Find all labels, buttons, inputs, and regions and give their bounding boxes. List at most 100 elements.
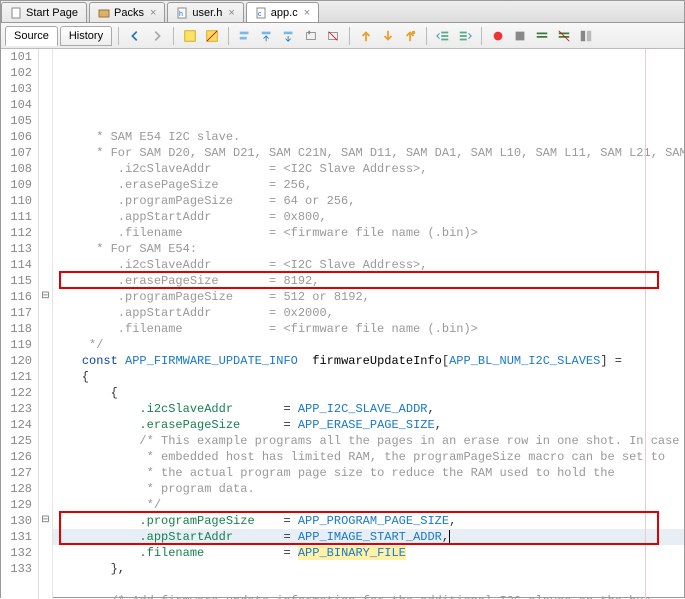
fold-toggle	[39, 49, 52, 65]
code-line[interactable]: .i2cSlaveAddr = <I2C Slave Address>,	[53, 257, 684, 273]
fold-toggle	[39, 225, 52, 241]
code-line[interactable]: .filename = <firmware file name (.bin)>	[53, 225, 684, 241]
fold-toggle[interactable]: ⊟	[39, 513, 52, 529]
separator	[426, 27, 427, 45]
code-editor[interactable]: 1011021031041051061071081091101111121131…	[1, 49, 684, 599]
comment-icon[interactable]	[532, 26, 552, 46]
code-line[interactable]: /* This example programs all the pages i…	[53, 433, 684, 449]
code-line[interactable]: .programPageSize = 64 or 256,	[53, 193, 684, 209]
code-line[interactable]: .erasePageSize = 8192,	[53, 273, 684, 289]
fold-toggle	[39, 321, 52, 337]
tab-packs[interactable]: Packs ×	[89, 2, 165, 22]
code-line[interactable]: .programPageSize = APP_PROGRAM_PAGE_SIZE…	[53, 513, 684, 529]
shift-right-icon[interactable]	[455, 26, 475, 46]
file-icon: h	[176, 7, 188, 19]
fold-toggle	[39, 417, 52, 433]
fold-toggle	[39, 497, 52, 513]
fold-toggle	[39, 545, 52, 561]
code-line[interactable]: .filename = <firmware file name (.bin)>	[53, 321, 684, 337]
tab-history[interactable]: History	[60, 26, 112, 46]
fold-toggle	[39, 81, 52, 97]
fold-toggle	[39, 257, 52, 273]
code-line[interactable]: * For SAM E54:	[53, 241, 684, 257]
fold-toggle	[39, 561, 52, 577]
code-line[interactable]: * program data.	[53, 481, 684, 497]
code-line[interactable]: .filename = APP_BINARY_FILE	[53, 545, 684, 561]
code-line[interactable]: .i2cSlaveAddr = APP_I2C_SLAVE_ADDR,	[53, 401, 684, 417]
tab-source[interactable]: Source	[5, 26, 58, 46]
fold-toggle	[39, 465, 52, 481]
code-line[interactable]: .appStartAddr = 0x2000,	[53, 305, 684, 321]
fold-toggle	[39, 401, 52, 417]
fold-toggle	[39, 145, 52, 161]
code-line[interactable]: .erasePageSize = 256,	[53, 177, 684, 193]
fold-toggle	[39, 193, 52, 209]
next-bookmark-icon[interactable]	[378, 26, 398, 46]
fold-toggle	[39, 529, 52, 545]
code-area[interactable]: * SAM E54 I2C slave. * For SAM D20, SAM …	[53, 49, 684, 599]
separator	[173, 27, 174, 45]
tab-app-c[interactable]: capp.c×	[246, 2, 319, 22]
highlight-icon[interactable]	[180, 26, 200, 46]
code-line[interactable]: */	[53, 337, 684, 353]
fold-toggle	[39, 353, 52, 369]
bookmark-icon[interactable]	[301, 26, 321, 46]
code-line[interactable]: .erasePageSize = APP_ERASE_PAGE_SIZE,	[53, 417, 684, 433]
shift-left-icon[interactable]	[433, 26, 453, 46]
tab-start-page[interactable]: Start Page	[1, 2, 87, 22]
nav-back-icon[interactable]	[125, 26, 145, 46]
code-line[interactable]	[53, 577, 684, 593]
code-line[interactable]: {	[53, 385, 684, 401]
fold-toggle	[39, 449, 52, 465]
code-line[interactable]: * For SAM D20, SAM D21, SAM C21N, SAM D1…	[53, 145, 684, 161]
separator	[228, 27, 229, 45]
prev-bookmark-icon[interactable]	[356, 26, 376, 46]
fold-toggle	[39, 209, 52, 225]
code-line[interactable]: },	[53, 561, 684, 577]
code-line[interactable]: /* Add firmware update information for t…	[53, 593, 684, 599]
highlight2-icon[interactable]	[202, 26, 222, 46]
tab-label: Start Page	[26, 7, 78, 19]
code-line[interactable]: .appStartAddr = 0x800,	[53, 209, 684, 225]
fold-toggle	[39, 177, 52, 193]
code-line[interactable]: .programPageSize = 512 or 8192,	[53, 289, 684, 305]
separator	[349, 27, 350, 45]
stop-macro-icon[interactable]	[510, 26, 530, 46]
code-line[interactable]: {	[53, 369, 684, 385]
code-line[interactable]: */	[53, 497, 684, 513]
settings-icon[interactable]	[576, 26, 596, 46]
file-icon	[10, 7, 22, 19]
find-next-icon[interactable]	[279, 26, 299, 46]
nav-fwd-icon[interactable]	[147, 26, 167, 46]
record-macro-icon[interactable]	[488, 26, 508, 46]
fold-toggle	[39, 241, 52, 257]
code-line[interactable]: .appStartAddr = APP_IMAGE_START_ADDR,​	[53, 529, 684, 545]
code-line[interactable]: * embedded host has limited RAM, the pro…	[53, 449, 684, 465]
editor-toolbar: Source History	[1, 23, 684, 49]
tab-user-h[interactable]: huser.h×	[167, 2, 243, 22]
close-icon[interactable]: ×	[150, 7, 156, 19]
find-selection-icon[interactable]	[235, 26, 255, 46]
file-icon	[98, 7, 110, 19]
line-gutter: 1011021031041051061071081091101111121131…	[1, 49, 39, 599]
toggle-bookmark-icon[interactable]	[400, 26, 420, 46]
close-icon[interactable]: ×	[228, 7, 234, 19]
code-line[interactable]: * the actual program page size to reduce…	[53, 465, 684, 481]
find-prev-icon[interactable]	[257, 26, 277, 46]
code-line[interactable]: const APP_FIRMWARE_UPDATE_INFO firmwareU…	[53, 353, 684, 369]
svg-text:h: h	[179, 11, 183, 18]
fold-gutter[interactable]: ⊟⊟	[39, 49, 53, 599]
fold-toggle	[39, 129, 52, 145]
file-tabs: Start PagePacks×huser.h×capp.c×	[1, 1, 684, 23]
code-line[interactable]: .i2cSlaveAddr = <I2C Slave Address>,	[53, 161, 684, 177]
code-line[interactable]: * SAM E54 I2C slave.	[53, 129, 684, 145]
fold-toggle	[39, 97, 52, 113]
tab-label: Packs	[114, 7, 144, 19]
fold-toggle	[39, 385, 52, 401]
fold-toggle	[39, 337, 52, 353]
bookmark-clear-icon[interactable]	[323, 26, 343, 46]
close-icon[interactable]: ×	[304, 7, 310, 19]
uncomment-icon[interactable]	[554, 26, 574, 46]
fold-toggle[interactable]: ⊟	[39, 289, 52, 305]
fold-toggle	[39, 369, 52, 385]
